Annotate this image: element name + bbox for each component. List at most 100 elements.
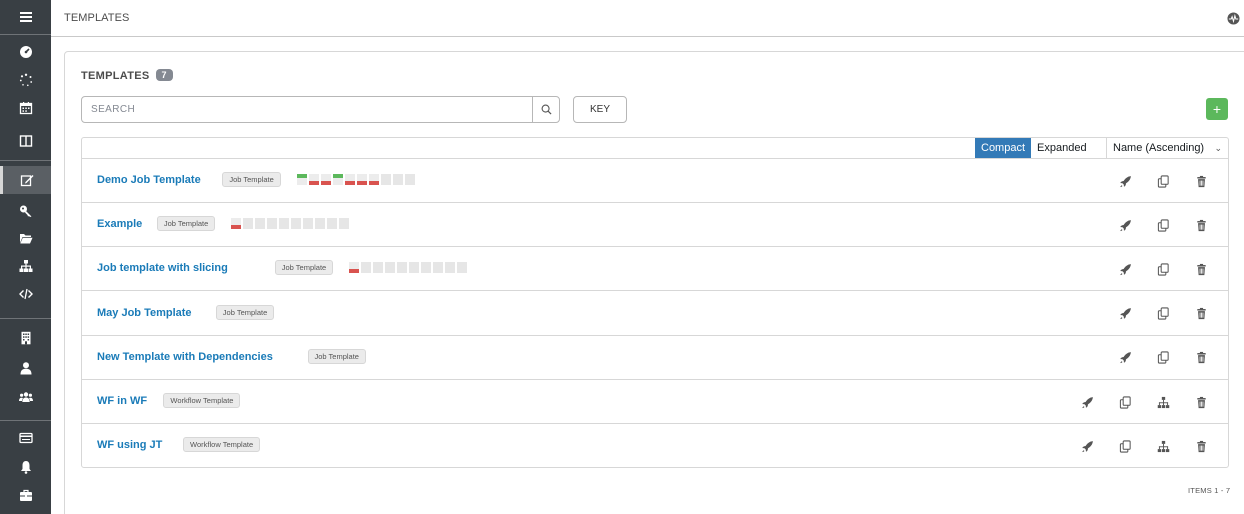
organizations-icon[interactable] xyxy=(0,324,51,352)
copy-icon[interactable] xyxy=(1156,174,1170,188)
job-empty-bar xyxy=(380,174,391,185)
template-name-link[interactable]: Demo Job Template xyxy=(97,174,201,186)
search-button[interactable] xyxy=(532,97,559,122)
template-name-link[interactable]: Example xyxy=(97,218,142,230)
job-empty-bar xyxy=(291,218,302,230)
rocket-icon[interactable] xyxy=(1080,439,1094,453)
table-row: May Job Template Job Template xyxy=(82,292,1228,336)
templates-list: Compact Expanded Name (Ascending) ⌄ Demo… xyxy=(81,137,1229,468)
search-input[interactable] xyxy=(82,97,532,122)
job-empty-bar xyxy=(243,218,254,230)
job-failed-bar[interactable] xyxy=(308,174,319,185)
trash-icon[interactable] xyxy=(1194,307,1208,321)
trash-icon[interactable] xyxy=(1194,174,1208,188)
sort-select-label: Name (Ascending) xyxy=(1113,142,1205,154)
job-empty-bar xyxy=(315,218,326,230)
job-empty-bar xyxy=(421,262,432,274)
trash-icon[interactable] xyxy=(1194,439,1208,453)
job-empty-bar xyxy=(445,262,456,274)
job-failed-bar[interactable] xyxy=(231,218,242,230)
compact-view-button[interactable]: Compact xyxy=(975,138,1032,158)
template-name-link[interactable]: New Template with Dependencies xyxy=(97,351,273,363)
job-empty-bar xyxy=(373,262,384,274)
expanded-view-button[interactable]: Expanded xyxy=(1031,138,1093,158)
copy-icon[interactable] xyxy=(1118,439,1132,453)
copy-icon[interactable] xyxy=(1156,218,1170,232)
copy-icon[interactable] xyxy=(1156,262,1170,276)
credentials-icon[interactable] xyxy=(0,197,51,225)
workflow-visualizer-icon[interactable] xyxy=(1156,439,1170,453)
job-failed-bar[interactable] xyxy=(349,262,360,274)
key-button[interactable]: KEY xyxy=(573,96,627,123)
teams-icon[interactable] xyxy=(0,383,51,411)
users-icon[interactable] xyxy=(0,354,51,382)
copy-icon[interactable] xyxy=(1156,351,1170,365)
credential-types-icon[interactable] xyxy=(0,424,51,452)
recent-jobs-sparkline xyxy=(296,174,415,185)
template-type-badge: Workflow Template xyxy=(183,437,261,453)
job-empty-bar xyxy=(392,174,403,185)
template-type-badge: Job Template xyxy=(222,172,281,187)
job-empty-bar xyxy=(385,262,396,274)
job-empty-bar xyxy=(397,262,408,274)
job-empty-bar xyxy=(279,218,290,230)
template-name-link[interactable]: WF using JT xyxy=(97,439,162,451)
trash-icon[interactable] xyxy=(1194,395,1208,409)
job-success-bar[interactable] xyxy=(296,174,307,185)
job-empty-bar xyxy=(433,262,444,274)
left-navigation xyxy=(0,0,51,514)
job-empty-bar xyxy=(457,262,468,274)
portal-icon[interactable] xyxy=(0,127,51,155)
table-row: WF in WF Workflow Template xyxy=(82,380,1228,424)
schedules-icon[interactable] xyxy=(0,94,51,122)
rocket-icon[interactable] xyxy=(1118,262,1132,276)
copy-icon[interactable] xyxy=(1156,307,1170,321)
activity-stream-icon[interactable] xyxy=(1227,12,1240,25)
management-jobs-icon[interactable] xyxy=(0,481,51,509)
dashboard-icon[interactable] xyxy=(0,38,51,66)
projects-icon[interactable] xyxy=(0,224,51,252)
trash-icon[interactable] xyxy=(1194,351,1208,365)
sort-select[interactable]: Name (Ascending) ⌄ xyxy=(1106,138,1228,158)
templates-icon[interactable] xyxy=(0,166,51,194)
rocket-icon[interactable] xyxy=(1118,307,1132,321)
search-icon xyxy=(541,104,552,115)
rocket-icon[interactable] xyxy=(1118,218,1132,232)
trash-icon[interactable] xyxy=(1194,218,1208,232)
trash-icon[interactable] xyxy=(1194,262,1208,276)
job-empty-bar xyxy=(255,218,266,230)
job-failed-bar[interactable] xyxy=(356,174,367,185)
notifications-icon[interactable] xyxy=(0,453,51,481)
job-empty-bar xyxy=(339,218,350,230)
job-failed-bar[interactable] xyxy=(368,174,379,185)
template-type-badge: Job Template xyxy=(274,260,334,276)
template-name-link[interactable]: WF in WF xyxy=(97,395,147,407)
job-empty-bar xyxy=(361,262,372,274)
copy-icon[interactable] xyxy=(1118,395,1132,409)
workflow-visualizer-icon[interactable] xyxy=(1156,395,1170,409)
job-empty-bar xyxy=(404,174,415,185)
template-type-badge: Job Template xyxy=(156,216,216,232)
template-type-badge: Workflow Template xyxy=(163,393,241,408)
job-success-bar[interactable] xyxy=(332,174,343,185)
jobs-icon[interactable] xyxy=(0,66,51,94)
templates-panel: TEMPLATES 7 KEY + Compact Expanded Name (… xyxy=(64,51,1244,514)
template-type-badge: Job Template xyxy=(307,348,366,364)
inventory-scripts-icon[interactable] xyxy=(0,280,51,308)
menu-icon[interactable] xyxy=(0,3,51,31)
template-name-link[interactable]: Job template with slicing xyxy=(97,262,228,274)
search-box xyxy=(81,96,560,123)
rocket-icon[interactable] xyxy=(1080,395,1094,409)
rocket-icon[interactable] xyxy=(1118,174,1132,188)
table-row: Example Job Template xyxy=(82,203,1228,248)
template-type-badge: Job Template xyxy=(215,304,275,320)
add-template-button[interactable]: + xyxy=(1206,98,1228,120)
job-empty-bar xyxy=(303,218,314,230)
inventories-icon[interactable] xyxy=(0,252,51,280)
job-failed-bar[interactable] xyxy=(320,174,331,185)
job-failed-bar[interactable] xyxy=(344,174,355,185)
rocket-icon[interactable] xyxy=(1118,351,1132,365)
template-name-link[interactable]: May Job Template xyxy=(97,307,192,319)
breadcrumb[interactable]: TEMPLATES xyxy=(64,12,130,24)
chevron-down-icon: ⌄ xyxy=(1214,143,1222,153)
